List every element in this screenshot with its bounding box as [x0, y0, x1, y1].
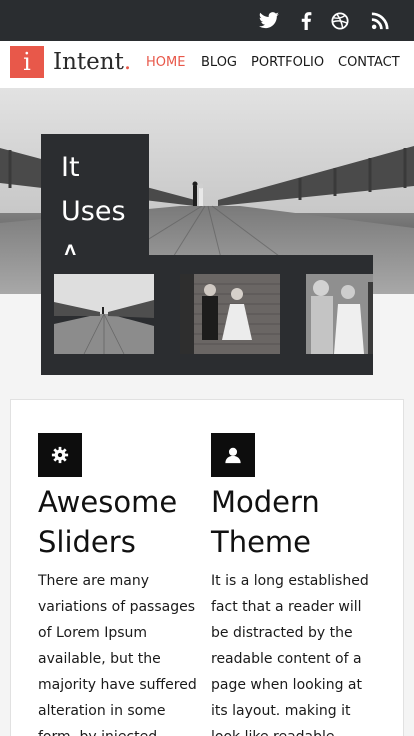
feature-text-sliders: There are many variations of passages of… — [38, 573, 197, 736]
slider-caption-text: It Uses A — [61, 152, 126, 256]
user-icon — [211, 433, 255, 477]
brand-name: Intent — [53, 49, 124, 75]
gear-icon — [38, 433, 82, 477]
feature-text-theme: It is a long established fact that a rea… — [211, 573, 369, 736]
features-card: Awesome Sliders There are many variation… — [10, 399, 404, 736]
twitter-icon[interactable] — [258, 11, 280, 31]
brand-dot: . — [123, 49, 132, 75]
nav-blog[interactable]: BLOG — [201, 55, 237, 71]
rss-icon[interactable] — [369, 11, 391, 31]
thumbnail-2[interactable] — [180, 274, 280, 354]
logo-text[interactable]: Intent. — [53, 48, 131, 76]
feature-title-theme: Modern Theme — [211, 485, 320, 559]
top-social-bar — [0, 0, 414, 41]
dribbble-icon[interactable] — [329, 11, 351, 31]
nav-portfolio[interactable]: PORTFOLIO — [251, 55, 324, 71]
thumbnail-group-image — [306, 274, 373, 354]
nav-contact[interactable]: CONTACT — [338, 55, 400, 71]
logo-mark[interactable]: i — [10, 46, 44, 78]
slider-thumbnails — [41, 255, 373, 375]
feature-title-sliders: Awesome Sliders — [38, 485, 178, 559]
slider-caption: It Uses A — [41, 134, 149, 256]
thumbnail-bridge-image — [54, 274, 154, 354]
nav-home[interactable]: HOME — [146, 55, 185, 71]
main-navbar: i Intent. HOME BLOG PORTFOLIO CONTACT — [0, 41, 414, 88]
facebook-icon[interactable] — [295, 11, 317, 31]
thumbnail-3[interactable] — [306, 274, 373, 354]
thumbnail-couple-image — [180, 274, 280, 354]
thumbnail-1[interactable] — [54, 274, 154, 354]
